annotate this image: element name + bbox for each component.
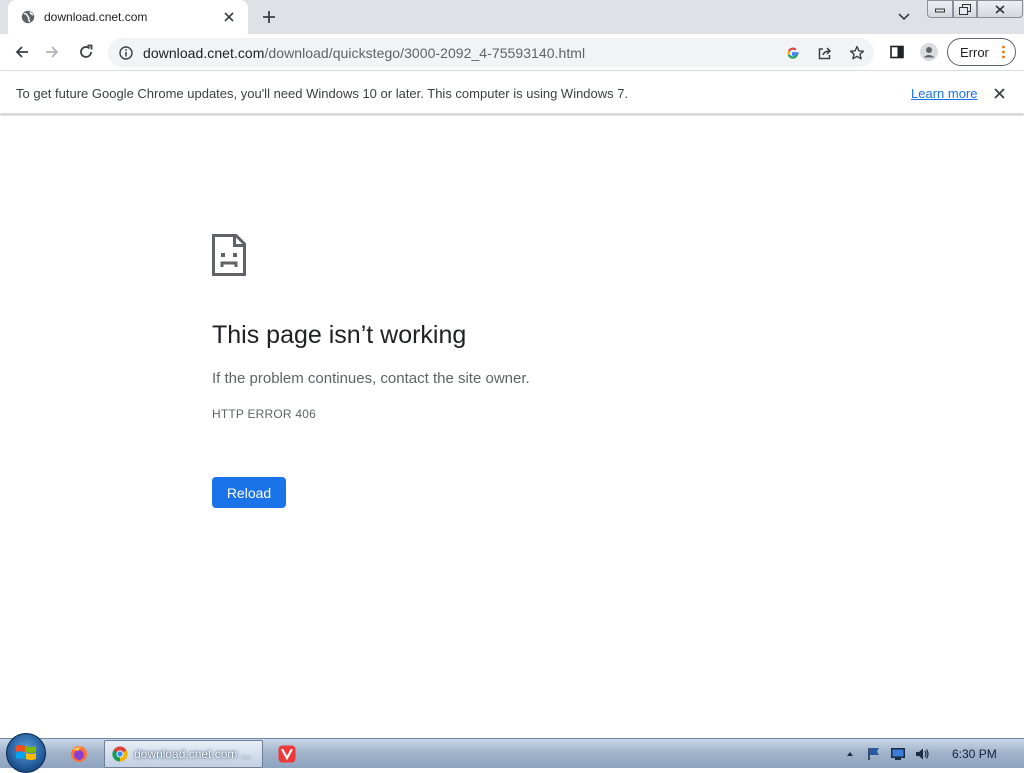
page-title: This page isn’t working xyxy=(212,321,467,349)
google-icon[interactable] xyxy=(784,44,802,62)
url-path: /download/quickstego/3000-2092_4-7559314… xyxy=(264,44,586,61)
windows-start-icon[interactable] xyxy=(6,733,46,773)
sad-page-icon xyxy=(212,234,246,276)
window-close-button[interactable] xyxy=(977,0,1023,18)
window-controls xyxy=(927,0,1023,18)
learn-more-link[interactable]: Learn more xyxy=(911,86,977,101)
windows-taskbar: download.cnet.com ... 6:30 PM xyxy=(0,733,1024,773)
chrome-icon xyxy=(112,746,128,762)
kebab-menu-icon xyxy=(1002,45,1005,59)
star-icon[interactable] xyxy=(848,44,866,62)
back-icon[interactable] xyxy=(8,38,36,66)
show-hidden-icons-icon[interactable] xyxy=(845,747,855,761)
action-center-flag-icon[interactable] xyxy=(866,747,882,761)
tab-title: download.cnet.com xyxy=(44,10,148,24)
error-button-label: Error xyxy=(960,44,989,60)
volume-icon[interactable] xyxy=(914,747,930,761)
forward-icon[interactable] xyxy=(38,38,66,66)
network-icon[interactable] xyxy=(890,747,906,761)
firefox-icon[interactable] xyxy=(68,743,90,765)
minimize-button[interactable] xyxy=(927,0,953,18)
profile-icon[interactable] xyxy=(915,38,943,66)
info-icon[interactable] xyxy=(118,45,134,61)
restore-button[interactable] xyxy=(953,0,977,18)
tab-strip: download.cnet.com xyxy=(0,0,1024,34)
taskbar-chrome-window[interactable]: download.cnet.com ... xyxy=(104,740,263,768)
globe-icon xyxy=(20,9,36,25)
side-panel-icon[interactable] xyxy=(883,38,911,66)
close-icon[interactable] xyxy=(220,8,238,26)
error-code: HTTP ERROR 406 xyxy=(212,407,316,421)
url-host: download.cnet.com xyxy=(143,44,265,61)
browser-toolbar: download.cnet.com/download/quickstego/30… xyxy=(0,34,1024,71)
vivaldi-icon[interactable] xyxy=(276,743,298,765)
close-icon[interactable] xyxy=(990,84,1008,102)
page-content: This page isn’t working If the problem c… xyxy=(0,116,1024,738)
error-subtitle: If the problem continues, contact the si… xyxy=(212,370,530,387)
share-icon[interactable] xyxy=(816,44,834,62)
browser-tab[interactable]: download.cnet.com xyxy=(8,0,248,34)
taskbar-clock[interactable]: 6:30 PM xyxy=(952,747,997,761)
update-infobar: To get future Google Chrome updates, you… xyxy=(0,72,1024,114)
url-text[interactable]: download.cnet.com/download/quickstego/30… xyxy=(143,45,585,61)
reload-icon[interactable] xyxy=(72,38,100,66)
taskbar-task-label: download.cnet.com ... xyxy=(134,747,251,761)
reload-button[interactable]: Reload xyxy=(212,477,286,508)
chevron-down-icon[interactable] xyxy=(893,6,915,28)
error-button[interactable]: Error xyxy=(947,38,1016,66)
address-bar[interactable]: download.cnet.com/download/quickstego/30… xyxy=(108,38,874,67)
infobar-message: To get future Google Chrome updates, you… xyxy=(16,86,629,101)
plus-icon[interactable] xyxy=(256,4,282,30)
